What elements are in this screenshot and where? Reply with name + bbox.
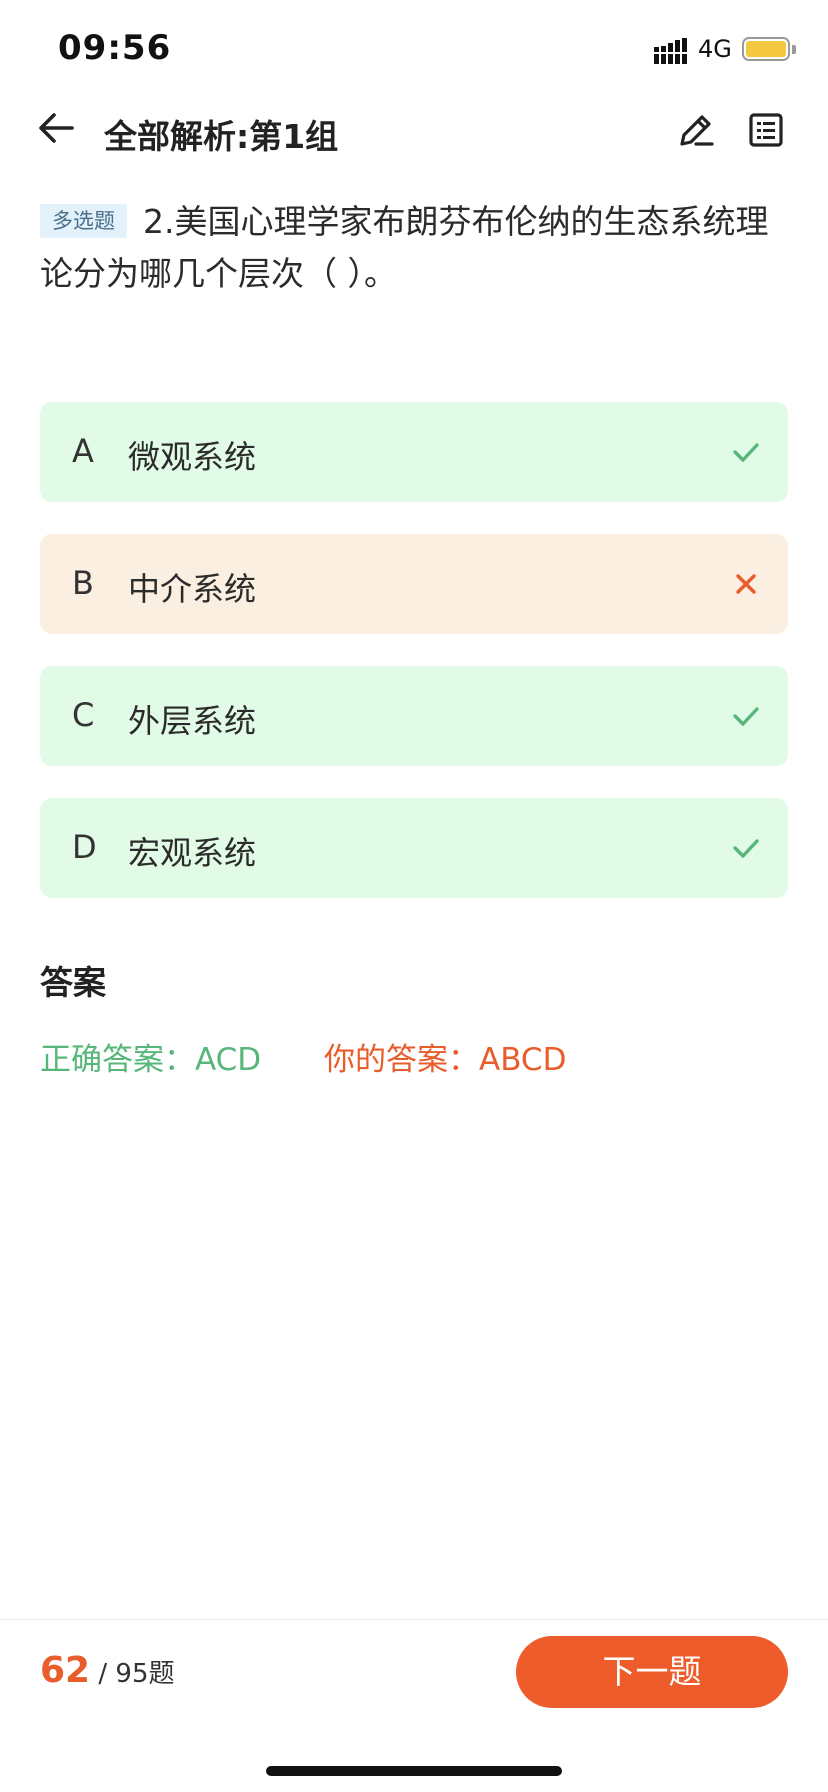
option-b[interactable]: B 中介系统	[40, 534, 788, 634]
option-text: 宏观系统	[128, 834, 257, 872]
battery-level	[746, 41, 786, 57]
home-indicator	[266, 1766, 562, 1776]
cross-icon	[736, 574, 756, 594]
option-c[interactable]: C 外层系统	[40, 666, 788, 766]
progress-current: 62	[40, 1650, 91, 1691]
check-icon	[733, 707, 759, 726]
battery-cap	[792, 45, 796, 54]
question-type-tag: 多选题	[40, 204, 127, 238]
list-icon[interactable]	[748, 112, 784, 148]
option-letter: B	[72, 564, 94, 602]
network-type: 4G	[698, 35, 732, 63]
option-text: 微观系统	[128, 438, 257, 476]
arrow-left-icon[interactable]	[36, 108, 76, 148]
signal-icon	[654, 38, 687, 64]
check-icon	[733, 839, 759, 858]
option-text: 中介系统	[128, 570, 257, 608]
status-bar: 09:56 4G	[0, 0, 828, 100]
option-text: 外层系统	[128, 702, 257, 740]
progress-total: / 95题	[98, 1659, 175, 1689]
question-progress: 62 / 95题	[40, 1650, 174, 1691]
battery-icon	[742, 37, 790, 61]
question: 多选题 2.美国心理学家布朗芬布伦纳的生态系统理论分为哪几个层次（ ）。	[40, 196, 790, 300]
pencil-icon[interactable]	[676, 110, 716, 150]
your-answer: 你的答案：ABCD	[324, 1042, 567, 1078]
option-letter: A	[72, 432, 94, 470]
page-title: 全部解析:第1组	[104, 117, 339, 156]
next-question-button[interactable]: 下一题	[516, 1636, 788, 1708]
option-letter: C	[72, 696, 95, 734]
correct-answer: 正确答案：ACD	[40, 1042, 262, 1078]
answer-title: 答案	[40, 963, 106, 1002]
question-text: 2.美国心理学家布朗芬布伦纳的生态系统理论分为哪几个层次（ ）。	[40, 202, 769, 293]
option-a[interactable]: A 微观系统	[40, 402, 788, 502]
option-letter: D	[72, 828, 97, 866]
option-d[interactable]: D 宏观系统	[40, 798, 788, 898]
divider	[0, 1619, 828, 1620]
check-icon	[733, 443, 759, 462]
status-time: 09:56	[58, 28, 172, 68]
